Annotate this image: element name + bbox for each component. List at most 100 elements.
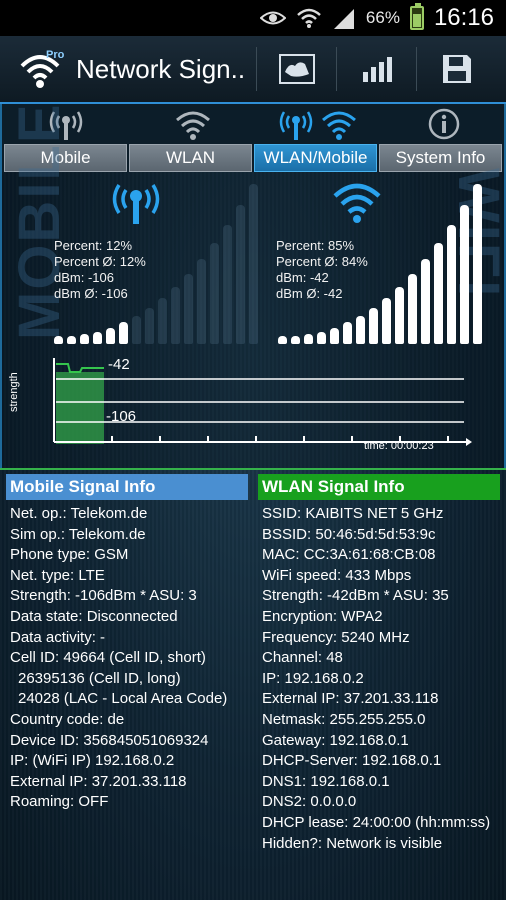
wifi-signal-bar <box>304 334 313 344</box>
info-line: MAC: CC:3A:61:68:CB:08 <box>262 546 436 564</box>
wlan-info-section: WLAN Signal Info SSID: KAIBITS NET 5 GHz… <box>258 474 500 900</box>
info-line: Netmask: 255.255.255.0 <box>262 710 426 728</box>
info-line: Net. type: LTE <box>10 566 105 584</box>
wifi-signal-bar <box>421 259 430 344</box>
info-line: BSSID: 50:46:5d:5d:53:9c <box>262 525 436 543</box>
mobile-signal-bar <box>158 297 167 344</box>
mobile-signal-bar <box>184 273 193 344</box>
info-line: External IP: 37.201.33.118 <box>262 690 439 708</box>
info-line: Roaming: OFF <box>10 793 109 811</box>
info-line: Frequency: 5240 MHz <box>262 628 410 646</box>
mobile-signal-bar <box>210 242 219 344</box>
mobile-info-header: Mobile Signal Info <box>6 474 248 500</box>
mobile-signal-bar <box>249 184 258 344</box>
info-line: Country code: de <box>10 710 125 728</box>
tab-wlan[interactable]: WLAN <box>129 144 252 172</box>
info-line: SSID: KAIBITS NET 5 GHz <box>262 505 444 522</box>
info-line: DNS1: 192.168.0.1 <box>262 772 390 790</box>
info-line: Device ID: 356845051069324 <box>10 731 209 749</box>
action-bar: Pro Network Sign.. <box>0 36 506 104</box>
info-line: Cell ID: 49664 (Cell ID, short) <box>10 649 206 667</box>
info-line: DHCP-Server: 192.168.0.1 <box>262 752 442 770</box>
battery-icon <box>409 3 424 30</box>
info-line: Hidden?: Network is visible <box>262 834 443 852</box>
mobile-signal-bar <box>132 315 141 344</box>
info-line: Sim op.: Telekom.de <box>10 525 146 543</box>
info-line: DHCP lease: 24:00:00 (hh:mm:ss) <box>262 813 491 831</box>
app-logo-icon[interactable]: Pro <box>18 44 68 94</box>
info-line: Phone type: GSM <box>10 546 129 564</box>
info-line: WiFi speed: 433 Mbps <box>262 566 412 584</box>
wlan-info-header: WLAN Signal Info <box>258 474 500 500</box>
wifi-signal-bar <box>382 297 391 344</box>
eye-icon <box>259 9 286 27</box>
info-line: Encryption: WPA2 <box>262 607 383 625</box>
save-icon <box>442 55 471 83</box>
wifi-status-icon <box>296 7 322 29</box>
info-line: External IP: 37.201.33.118 <box>10 772 187 790</box>
info-line: Strength: -106dBm * ASU: 3 <box>10 587 197 605</box>
wifi-signal-bar <box>473 184 482 344</box>
mobile-signal-bars <box>54 172 258 344</box>
wifi-signal-bar <box>330 327 339 344</box>
cell-signal-icon <box>332 7 356 29</box>
mobile-signal-bar <box>106 327 115 344</box>
signal-panel: MOBILE WIFI Percent: 12% Percent Ø: 12% … <box>0 102 506 468</box>
wifi-signal-bar <box>395 286 404 344</box>
info-line: Strength: -42dBm * ASU: 35 <box>262 587 449 605</box>
wifi-tab-icon <box>174 108 212 145</box>
save-button[interactable] <box>417 35 496 103</box>
info-line: Net. op.: Telekom.de <box>10 505 148 522</box>
tab-bar: Mobile WLAN WLAN/Mobile System Info <box>0 104 506 172</box>
info-line: Gateway: 192.168.0.1 <box>262 731 409 749</box>
wifi-signal-bar <box>356 315 365 344</box>
tab-wlan-mobile[interactable]: WLAN/Mobile <box>254 144 377 172</box>
wifi-signal-bar <box>434 242 443 344</box>
mobile-signal-bar <box>93 331 102 344</box>
graph-time: time: 00:00:23 <box>364 440 434 452</box>
info-line: 26395136 (Cell ID, long) <box>18 669 181 687</box>
wifi-signal-bar <box>317 331 326 344</box>
wifi-signal-bar <box>460 205 469 344</box>
info-line: Channel: 48 <box>262 649 343 667</box>
wifi-signal-bar <box>278 336 287 344</box>
app-logo-badge: Pro <box>46 49 65 61</box>
graph-label-wifi: -42 <box>108 356 130 373</box>
mobile-signal-bar <box>67 335 76 344</box>
info-icon <box>428 108 460 145</box>
map-button[interactable] <box>257 35 336 103</box>
info-line: DNS2: 0.0.0.0 <box>262 793 357 811</box>
info-line: Data activity: - <box>10 628 106 646</box>
mobile-signal-bar <box>223 225 232 344</box>
graph-y-label: strength <box>8 372 20 412</box>
wifi-signal-bar <box>408 273 417 344</box>
info-line: IP: (WiFi IP) 192.168.0.2 <box>10 752 175 770</box>
mobile-signal-bar <box>145 307 154 344</box>
map-icon <box>278 54 315 84</box>
clock: 16:16 <box>433 4 494 31</box>
signal-history-graph <box>53 358 472 446</box>
info-line: IP: 192.168.0.2 <box>262 669 364 687</box>
wifi-active-icon <box>320 108 358 145</box>
wifi-signal-bar <box>343 322 352 344</box>
wifi-signal-bar <box>369 307 378 344</box>
battery-percent: 66% <box>365 8 400 27</box>
wifi-signal-bars <box>278 172 482 344</box>
cell-tower-active-icon <box>278 108 314 145</box>
mobile-signal-bar <box>54 336 63 344</box>
mobile-signal-bar <box>236 205 245 344</box>
signal-button[interactable] <box>337 35 416 103</box>
mobile-info-section: Mobile Signal Info Net. op.: Telekom.de S… <box>6 474 248 900</box>
wifi-signal-bar <box>447 225 456 344</box>
wifi-signal-bar <box>291 335 300 344</box>
divider <box>0 468 506 470</box>
mobile-signal-bar <box>119 322 128 344</box>
graph-label-mobile: -106 <box>106 408 137 425</box>
info-line: Data state: Disconnected <box>10 607 178 625</box>
mobile-signal-bar <box>197 259 206 344</box>
signal-bars-icon <box>362 57 392 82</box>
info-line: 24028 (LAC - Local Area Code) <box>18 690 228 708</box>
mobile-signal-bar <box>80 334 89 344</box>
mobile-signal-bar <box>171 286 180 344</box>
mobile-info-list: Net. op.: Telekom.de Sim op.: Telekom.de P… <box>6 500 248 813</box>
